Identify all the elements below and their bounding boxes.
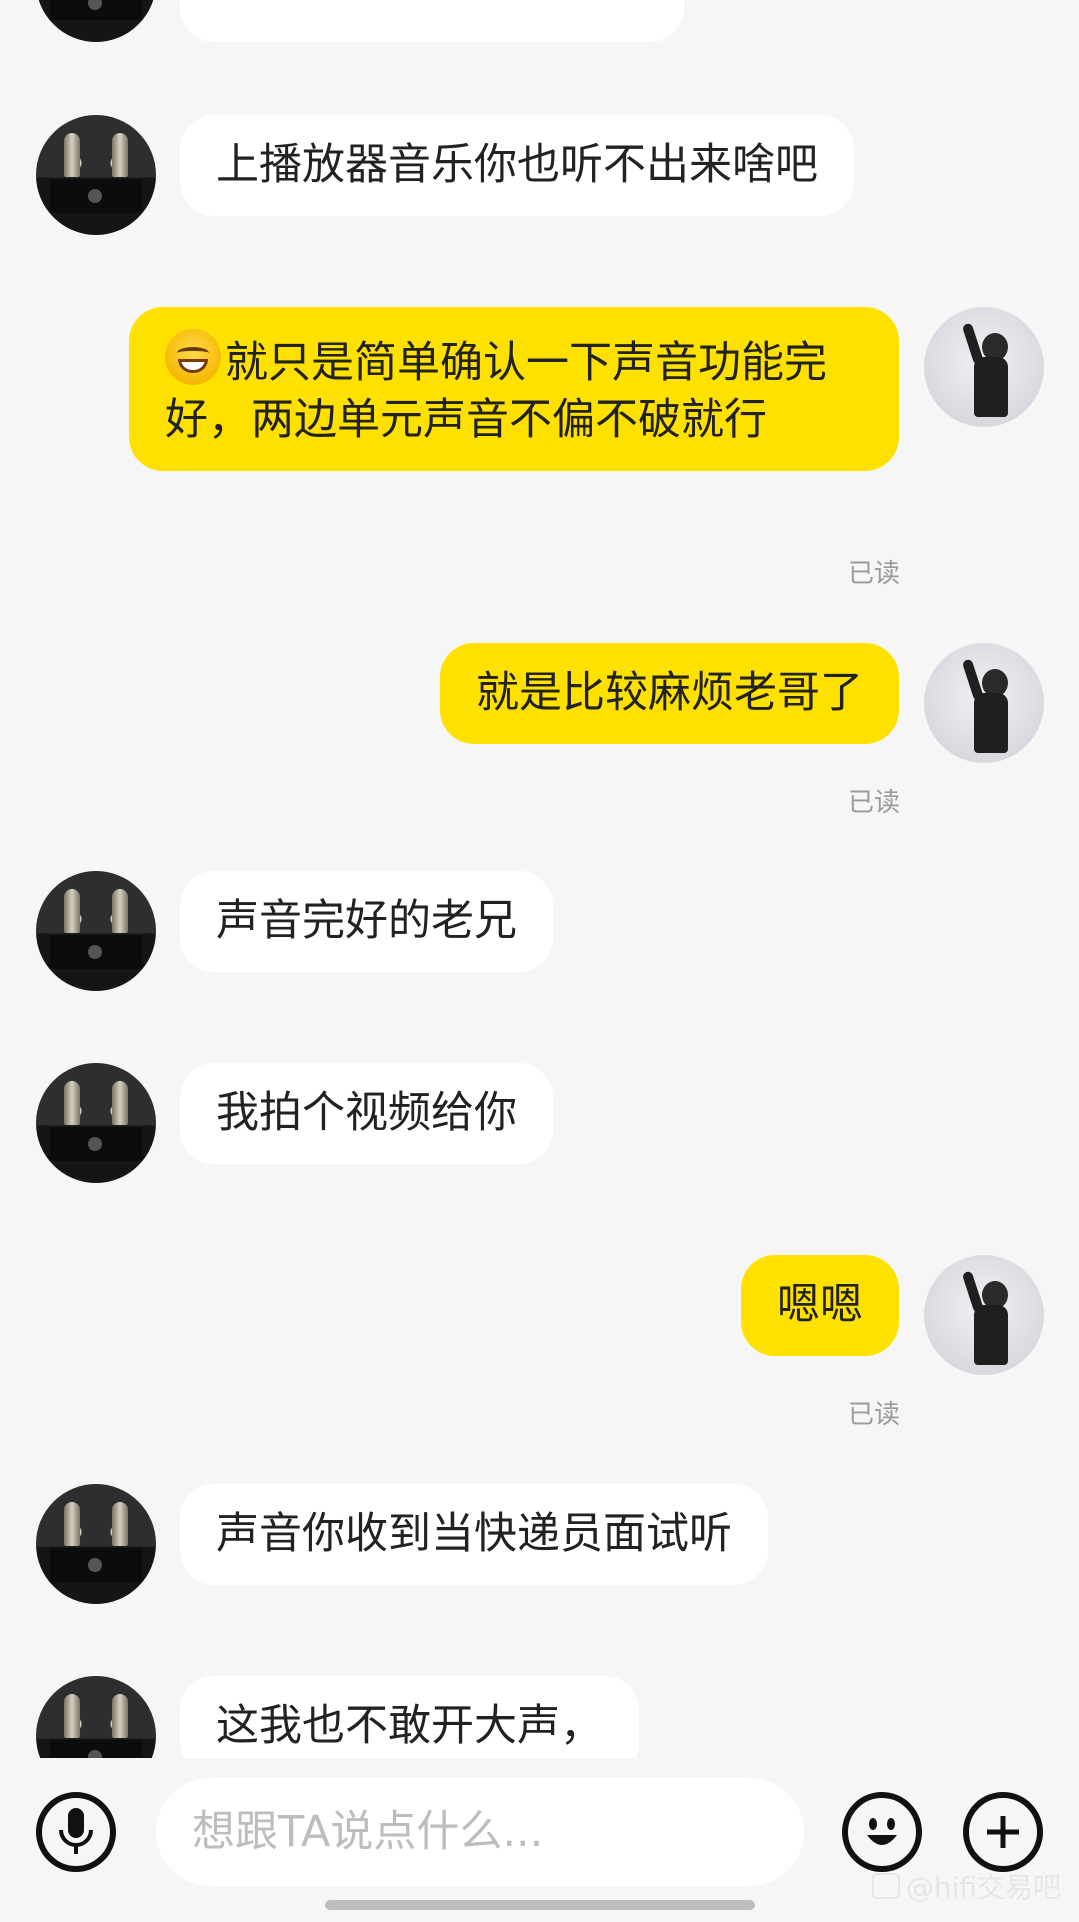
message-text: 嗯嗯 bbox=[777, 1280, 863, 1330]
message-bubble-sent[interactable]: 就只是简单确认一下声音功能完好，两边单元声音不偏不破就行 bbox=[129, 307, 899, 471]
message-bubble-received[interactable] bbox=[180, 0, 684, 42]
grinning-face-icon bbox=[165, 329, 221, 385]
message-text: 就是比较麻烦老哥了 bbox=[476, 668, 863, 718]
smile-icon bbox=[867, 1818, 897, 1845]
my-avatar[interactable] bbox=[924, 307, 1044, 427]
read-status: 已读 bbox=[847, 1400, 900, 1430]
message-text: 这我也不敢开大声， bbox=[216, 1701, 603, 1751]
emoji-button[interactable] bbox=[842, 1792, 922, 1872]
my-avatar[interactable] bbox=[924, 1255, 1044, 1375]
contact-avatar[interactable] bbox=[36, 115, 156, 235]
watermark-icon bbox=[871, 1873, 900, 1899]
plus-icon bbox=[987, 1816, 1019, 1848]
contact-avatar[interactable] bbox=[36, 0, 156, 42]
read-status: 已读 bbox=[847, 559, 900, 589]
message-bubble-received[interactable]: 声音完好的老兄 bbox=[180, 871, 553, 972]
message-bubble-received[interactable]: 上播放器音乐你也听不出来啥吧 bbox=[180, 115, 854, 216]
input-bar: @hifi交易吧 bbox=[0, 1758, 1079, 1922]
message-text: 上播放器音乐你也听不出来啥吧 bbox=[216, 140, 818, 190]
contact-avatar[interactable] bbox=[36, 1676, 156, 1758]
message-text: 我拍个视频给你 bbox=[216, 1088, 517, 1138]
message-bubble-sent[interactable]: 就是比较麻烦老哥了 bbox=[440, 643, 899, 744]
my-avatar[interactable] bbox=[924, 643, 1044, 763]
contact-avatar[interactable] bbox=[36, 1484, 156, 1604]
message-text: 声音你收到当快递员面试听 bbox=[216, 1509, 732, 1559]
microphone-icon bbox=[59, 1808, 93, 1854]
read-status: 已读 bbox=[847, 788, 900, 818]
message-bubble-sent[interactable]: 嗯嗯 bbox=[741, 1255, 899, 1356]
message-bubble-received[interactable]: 这我也不敢开大声， bbox=[180, 1676, 639, 1758]
message-bubble-received[interactable]: 声音你收到当快递员面试听 bbox=[180, 1484, 768, 1585]
message-input[interactable] bbox=[156, 1778, 804, 1886]
watermark: @hifi交易吧 bbox=[871, 1866, 1061, 1906]
message-text: 声音完好的老兄 bbox=[216, 896, 517, 946]
voice-button[interactable] bbox=[36, 1792, 116, 1872]
contact-avatar[interactable] bbox=[36, 871, 156, 991]
home-indicator[interactable] bbox=[325, 1900, 755, 1910]
message-bubble-received[interactable]: 我拍个视频给你 bbox=[180, 1063, 553, 1164]
watermark-text: @hifi交易吧 bbox=[905, 1871, 1061, 1904]
contact-avatar[interactable] bbox=[36, 1063, 156, 1183]
chat-message-list[interactable]: 上播放器音乐你也听不出来啥吧 就只是简单确认一下声音功能完好，两边单元声音不偏不… bbox=[0, 0, 1079, 1758]
message-text: 就只是简单确认一下声音功能完好，两边单元声音不偏不破就行 bbox=[165, 338, 827, 445]
more-button[interactable] bbox=[963, 1792, 1043, 1872]
